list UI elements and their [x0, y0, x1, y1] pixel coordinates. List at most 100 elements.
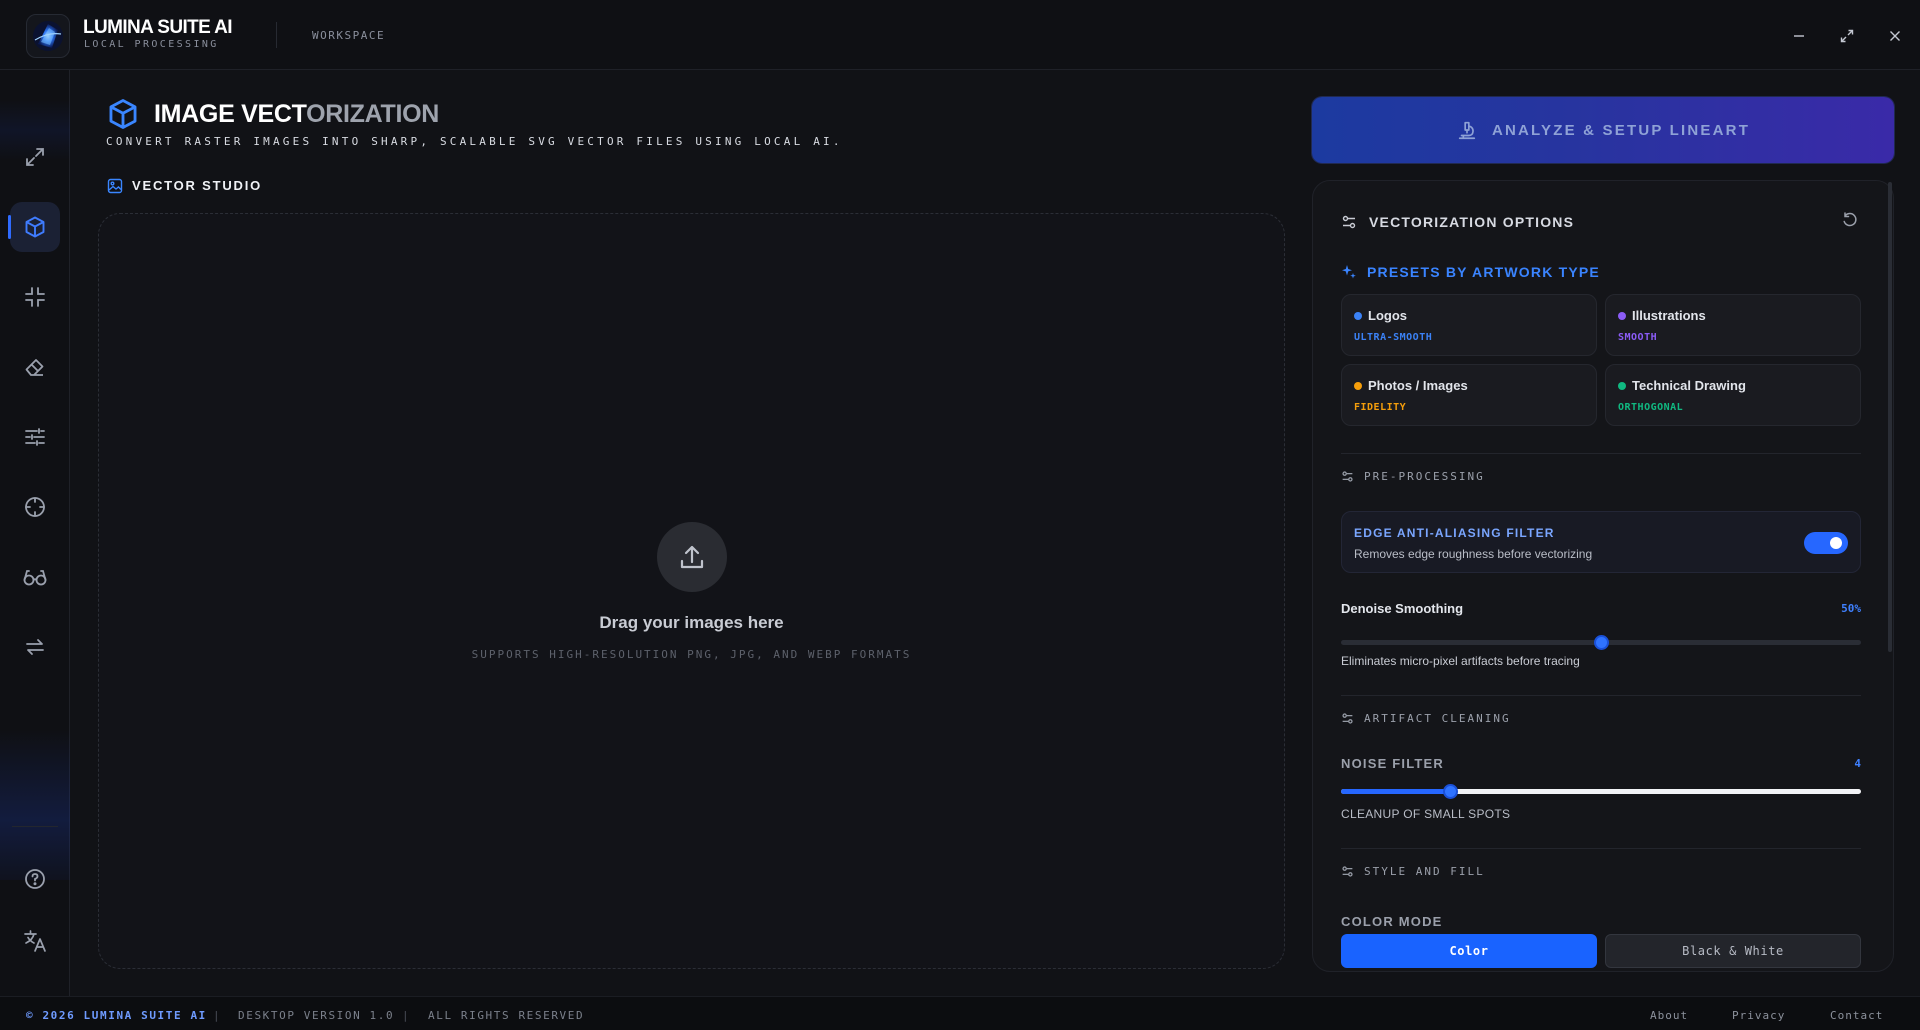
reset-icon	[1843, 212, 1857, 227]
workspace-label[interactable]: WORKSPACE	[312, 29, 385, 42]
preset-logos[interactable]: Logos ULTRA-SMOOTH	[1341, 294, 1597, 356]
cube-icon	[109, 99, 137, 129]
footer-version: DESKTOP VERSION 1.0	[238, 1009, 395, 1022]
sidebar-item-language[interactable]	[10, 916, 60, 966]
microscope-icon	[1458, 121, 1476, 140]
glasses-icon	[23, 570, 47, 586]
page-title: IMAGE VECTORIZATION	[154, 100, 440, 128]
artifact-cleaning-header: ARTIFACT CLEANING	[1341, 712, 1511, 725]
swap-icon	[26, 639, 44, 655]
preset-tag: FIDELITY	[1354, 402, 1407, 413]
preset-name: Technical Drawing	[1632, 378, 1746, 393]
image-icon	[107, 178, 123, 194]
image-dropzone[interactable]: Drag your images here SUPPORTS HIGH-RESO…	[98, 213, 1285, 969]
sliders-icon	[25, 428, 45, 446]
dropzone-title: Drag your images here	[599, 613, 784, 632]
footer: © 2026 LUMINA SUITE AI | DESKTOP VERSION…	[0, 996, 1920, 1030]
sidebar-item-upscale[interactable]	[10, 132, 60, 182]
denoise-label: Denoise Smoothing	[1341, 601, 1464, 616]
footer-rights: ALL RIGHTS RESERVED	[428, 1009, 585, 1022]
edge-filter-title: EDGE ANTI-ALIASING FILTER	[1354, 526, 1555, 540]
cube-icon	[25, 216, 45, 238]
noise-filter-slider-thumb[interactable]	[1443, 784, 1459, 799]
footer-link-about[interactable]: About	[1650, 1009, 1688, 1022]
color-mode-bw-button[interactable]: Black & White	[1605, 934, 1861, 968]
expand-icon	[26, 148, 44, 166]
preset-color-dot	[1618, 382, 1626, 390]
maximize-icon	[1840, 29, 1854, 43]
translate-icon	[24, 930, 46, 952]
preset-photos[interactable]: Photos / Images FIDELITY	[1341, 364, 1597, 426]
vectorization-options-panel: VECTORIZATION OPTIONS PRESETS BY ARTWORK…	[1312, 180, 1894, 972]
compress-icon	[25, 287, 45, 307]
sidebar-item-view[interactable]	[10, 552, 60, 602]
sidebar-item-compress[interactable]	[10, 272, 60, 322]
edge-anti-aliasing-card: EDGE ANTI-ALIASING FILTER Removes edge r…	[1341, 511, 1861, 573]
settings-toggles-icon	[1342, 866, 1353, 877]
preset-name: Photos / Images	[1368, 378, 1468, 393]
preset-illustrations[interactable]: Illustrations SMOOTH	[1605, 294, 1861, 356]
maximize-button[interactable]	[1832, 21, 1862, 51]
preset-tag: SMOOTH	[1618, 332, 1658, 343]
preset-name: Logos	[1368, 308, 1407, 323]
app-logo	[26, 14, 70, 58]
footer-copyright: © 2026 LUMINA SUITE AI	[26, 1009, 207, 1022]
sidebar-item-adjust[interactable]	[10, 412, 60, 462]
presets-header: PRESETS BY ARTWORK TYPE	[1341, 264, 1600, 280]
denoise-slider[interactable]	[1341, 635, 1861, 650]
preset-tag: ORTHOGONAL	[1618, 402, 1684, 413]
title-divider	[276, 22, 277, 48]
section-title-studio: VECTOR STUDIO	[132, 178, 263, 193]
footer-separator: |	[213, 1009, 222, 1022]
sidebar	[0, 70, 70, 996]
denoise-slider-thumb[interactable]	[1594, 635, 1609, 650]
minimize-icon	[1794, 35, 1804, 37]
preset-name: Illustrations	[1632, 308, 1706, 323]
presets-title: PRESETS BY ARTWORK TYPE	[1367, 264, 1600, 280]
sparkles-icon	[1342, 265, 1356, 279]
sidebar-item-vectorize[interactable]	[8, 202, 60, 252]
dropzone-subtitle: SUPPORTS HIGH-RESOLUTION PNG, JPG, AND W…	[471, 648, 912, 661]
preset-tag: ULTRA-SMOOTH	[1354, 332, 1433, 343]
logo-crystal-icon	[33, 21, 63, 51]
footer-separator: |	[402, 1009, 411, 1022]
reset-button[interactable]	[1841, 211, 1859, 234]
noise-filter-label: NOISE FILTER	[1341, 756, 1444, 771]
preset-technical-drawing[interactable]: Technical Drawing ORTHOGONAL	[1605, 364, 1861, 426]
preset-color-dot	[1354, 382, 1362, 390]
edge-filter-description: Removes edge roughness before vectorizin…	[1354, 547, 1593, 561]
footer-link-contact[interactable]: Contact	[1830, 1009, 1883, 1022]
help-icon	[25, 869, 45, 889]
options-header: VECTORIZATION OPTIONS	[1341, 214, 1574, 230]
settings-toggles-icon	[1342, 713, 1353, 724]
page-subtitle: CONVERT RASTER IMAGES INTO SHARP, SCALAB…	[106, 135, 843, 148]
close-button[interactable]	[1880, 21, 1910, 51]
app-name: LUMINA SUITE AI	[83, 17, 233, 38]
footer-link-privacy[interactable]: Privacy	[1732, 1009, 1785, 1022]
denoise-hint: Eliminates micro-pixel artifacts before …	[1341, 654, 1580, 668]
color-mode-color-button[interactable]: Color	[1341, 934, 1597, 968]
options-scrollbar[interactable]	[1888, 182, 1892, 652]
app-subtitle: LOCAL PROCESSING	[84, 39, 219, 50]
style-fill-header: STYLE AND FILL	[1341, 865, 1485, 878]
eraser-icon	[25, 359, 44, 376]
sidebar-item-convert[interactable]	[10, 622, 60, 672]
sidebar-item-eraser[interactable]	[10, 342, 60, 392]
settings-toggles-icon	[1342, 215, 1356, 229]
preset-color-dot	[1354, 312, 1362, 320]
noise-filter-slider[interactable]	[1341, 784, 1861, 799]
crosshair-icon	[25, 497, 45, 517]
edge-filter-toggle[interactable]	[1804, 532, 1848, 554]
color-mode-label: COLOR MODE	[1341, 914, 1443, 929]
sidebar-item-help[interactable]	[10, 854, 60, 904]
preset-color-dot	[1618, 312, 1626, 320]
analyze-setup-lineart-button[interactable]: ANALYZE & SETUP LINEART	[1312, 97, 1894, 163]
analyze-button-label: ANALYZE & SETUP LINEART	[1491, 121, 1751, 139]
preprocessing-header: PRE-PROCESSING	[1341, 470, 1485, 483]
upload-button[interactable]	[657, 522, 727, 592]
noise-filter-hint: CLEANUP OF SMALL SPOTS	[1341, 807, 1511, 821]
noise-filter-value: 4	[1854, 757, 1861, 770]
minimize-button[interactable]	[1784, 21, 1814, 51]
sidebar-item-target[interactable]	[10, 482, 60, 532]
title-bar: LUMINA SUITE AI LOCAL PROCESSING WORKSPA…	[0, 0, 1920, 70]
